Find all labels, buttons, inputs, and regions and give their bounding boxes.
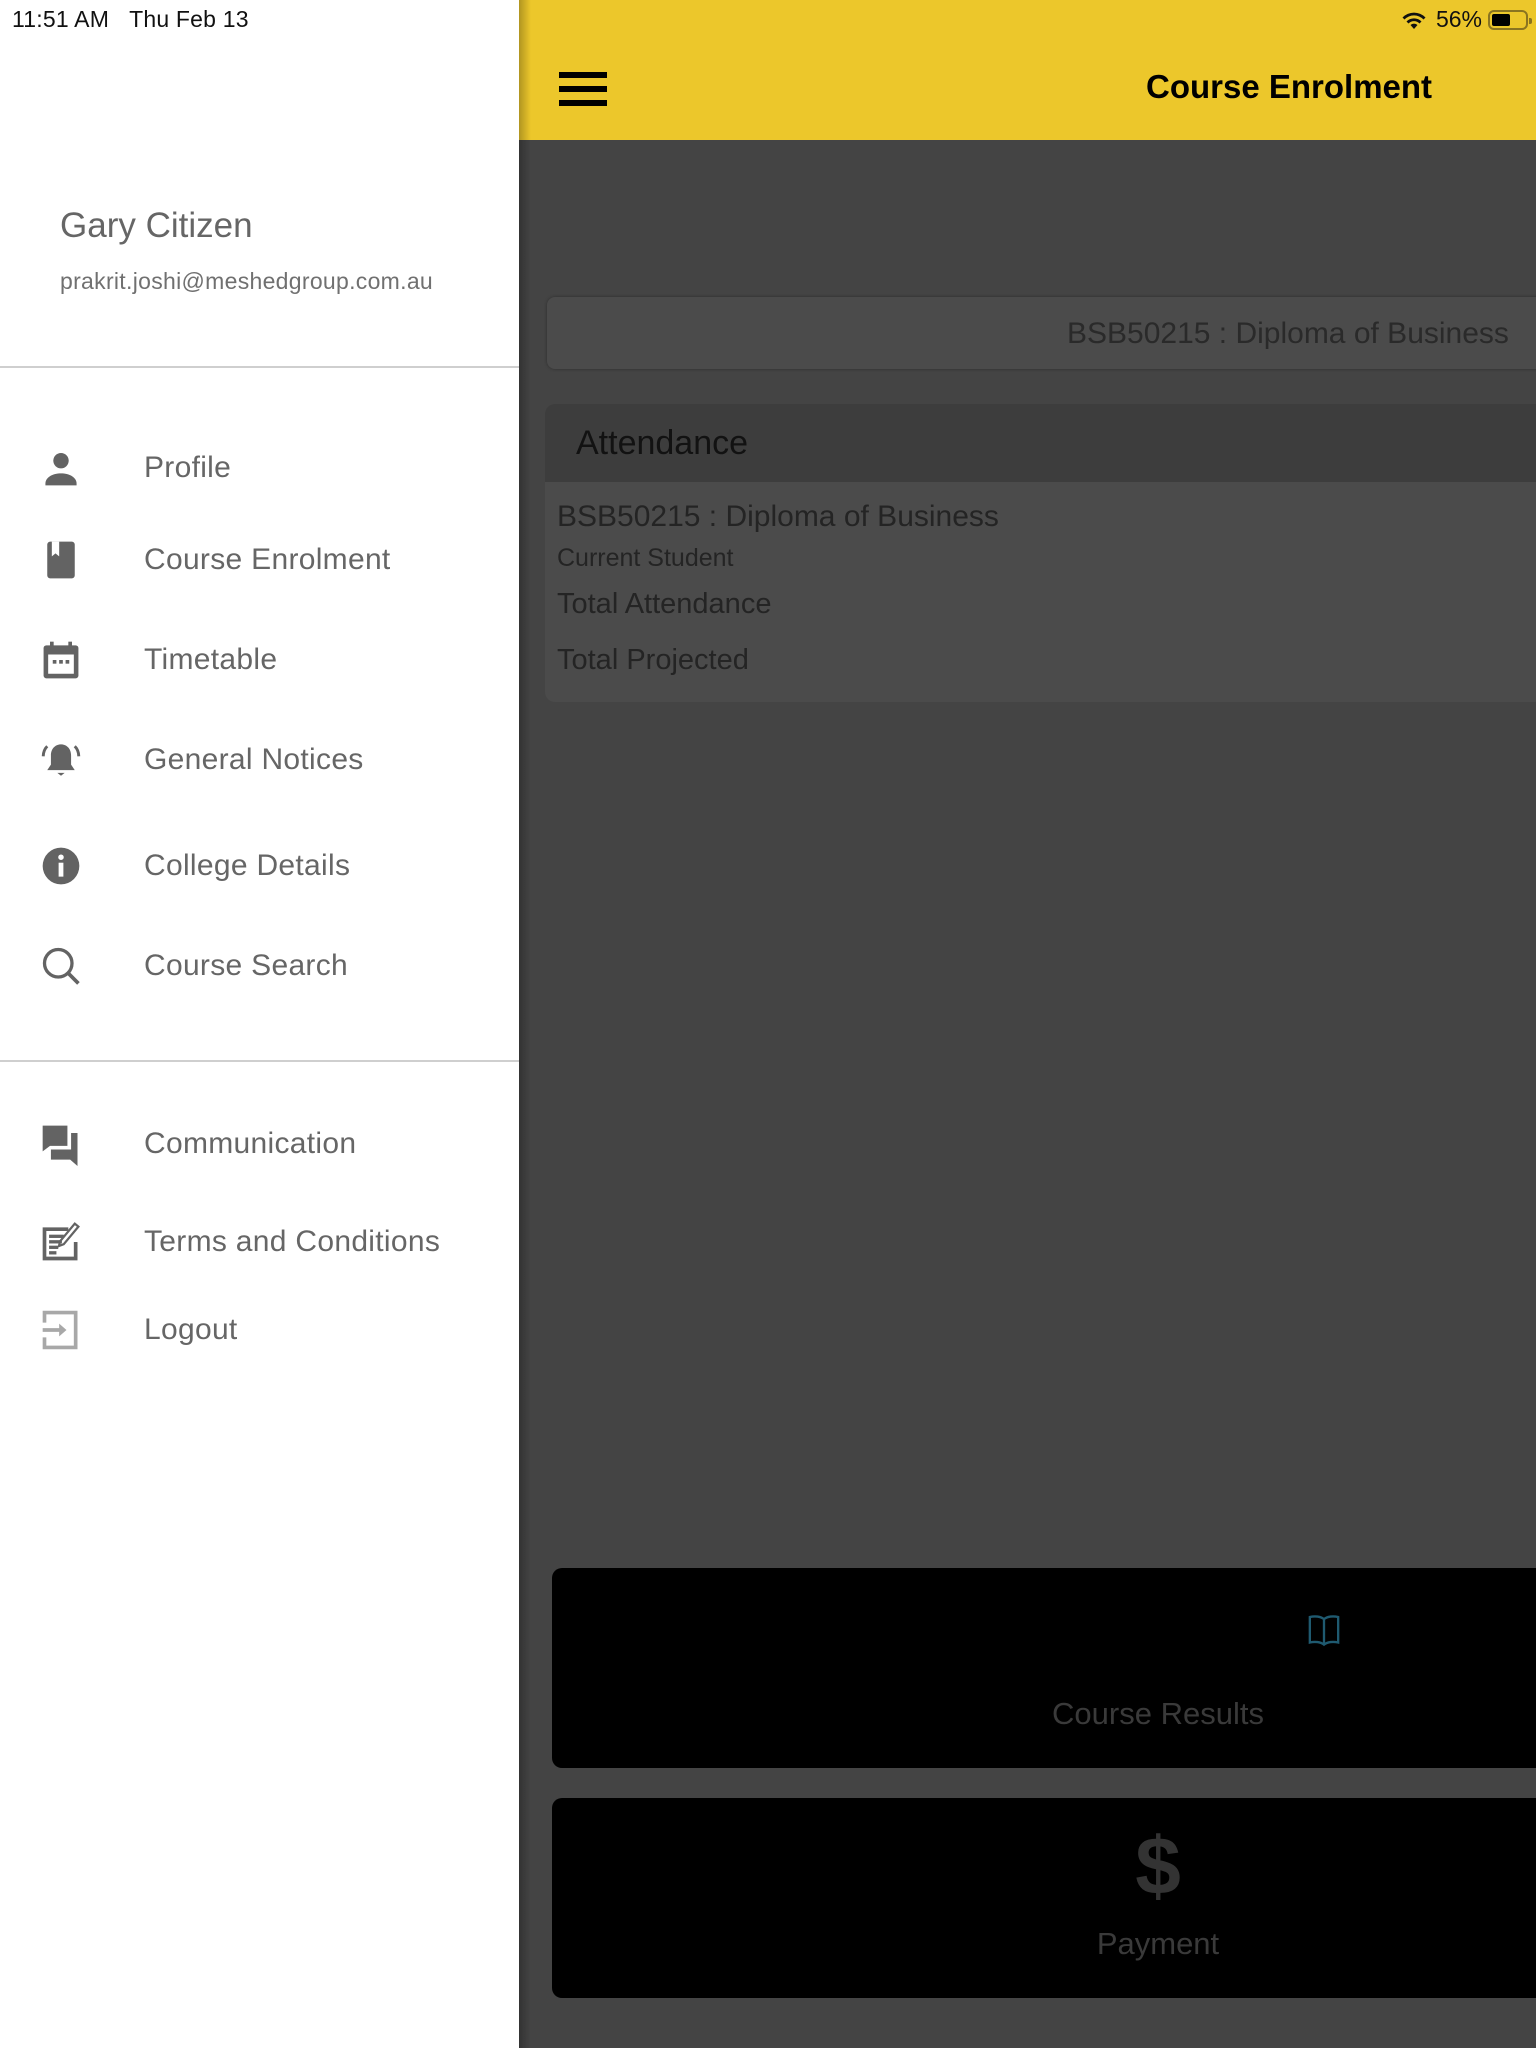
battery-level bbox=[1492, 13, 1510, 26]
user-email: prakrit.joshi@meshedgroup.com.au bbox=[60, 268, 434, 294]
chat-bubbles-icon bbox=[38, 1121, 84, 1167]
drawer-item-label: Timetable bbox=[144, 643, 278, 676]
drawer-item-label: College Details bbox=[144, 849, 351, 882]
hamburger-icon[interactable] bbox=[559, 72, 607, 106]
drawer-item-label: General Notices bbox=[144, 743, 364, 776]
document-edit-icon bbox=[38, 1219, 84, 1265]
status-date: Thu Feb 13 bbox=[129, 6, 249, 32]
battery-percent: 56% bbox=[1435, 6, 1482, 32]
attendance-card: Attendance BSB50215 : Diploma of Busines… bbox=[545, 404, 1536, 702]
course-selector[interactable]: BSB50215 : Diploma of Business bbox=[547, 297, 1536, 369]
total-attendance-label: Total Attendance bbox=[557, 588, 772, 620]
open-book-icon bbox=[1308, 1615, 1340, 1647]
drawer-item-terms-and-conditions[interactable]: Terms and Conditions bbox=[0, 1202, 519, 1282]
total-projected-label: Total Projected bbox=[557, 644, 749, 676]
book-bookmark-icon bbox=[38, 537, 84, 583]
drawer-item-label: Terms and Conditions bbox=[144, 1225, 441, 1258]
drawer-item-label: Course Enrolment bbox=[144, 543, 391, 576]
navigation-drawer: 11:51 AM Thu Feb 13 Gary Citizen prakrit.… bbox=[0, 0, 519, 2048]
status-time: 11:51 AM bbox=[12, 6, 110, 32]
payment-label: Payment bbox=[1096, 1926, 1220, 1961]
drawer-item-communication[interactable]: Communication bbox=[0, 1104, 519, 1184]
drawer-item-college-details[interactable]: College Details bbox=[0, 826, 519, 906]
app-bar: 56% Course Enrolment bbox=[519, 0, 1536, 140]
info-icon bbox=[38, 843, 84, 889]
drawer-divider bbox=[0, 1060, 519, 1062]
drawer-divider bbox=[0, 366, 519, 368]
drawer-item-general-notices[interactable]: General Notices bbox=[0, 720, 519, 800]
battery-tip bbox=[1529, 17, 1532, 24]
drawer-item-timetable[interactable]: Timetable bbox=[0, 620, 519, 700]
status-bar-right: 56% bbox=[1400, 6, 1532, 33]
search-icon bbox=[38, 943, 84, 989]
payment-button[interactable]: $ Payment bbox=[552, 1798, 1536, 1998]
user-name: Gary Citizen bbox=[60, 206, 253, 245]
dollar-icon: $ bbox=[1135, 1821, 1181, 1912]
drawer-item-label: Course Search bbox=[144, 949, 348, 982]
course-results-label: Course Results bbox=[1052, 1696, 1264, 1731]
drawer-item-profile[interactable]: Profile bbox=[0, 428, 519, 508]
attendance-course: BSB50215 : Diploma of Business bbox=[557, 500, 999, 533]
drawer-item-label: Logout bbox=[144, 1313, 238, 1346]
page-title: Course Enrolment bbox=[1146, 68, 1433, 105]
drawer-item-label: Communication bbox=[144, 1127, 357, 1160]
course-results-button[interactable]: Course Results bbox=[552, 1568, 1536, 1768]
bell-ringing-icon bbox=[38, 737, 84, 783]
drawer-item-course-search[interactable]: Course Search bbox=[0, 926, 519, 1006]
wifi-icon bbox=[1402, 12, 1426, 29]
attendance-header: Attendance bbox=[545, 404, 1536, 482]
person-icon bbox=[38, 445, 84, 491]
main-content: 56% Course Enrolment BSB50215 : Diploma … bbox=[519, 0, 1536, 2048]
drawer-item-logout[interactable]: Logout bbox=[0, 1290, 519, 1370]
battery-icon bbox=[1488, 9, 1532, 30]
status-bar-left: 11:51 AM Thu Feb 13 bbox=[12, 6, 249, 33]
attendance-student-status: Current Student bbox=[557, 544, 734, 572]
course-selector-value: BSB50215 : Diploma of Business bbox=[1067, 317, 1509, 350]
drawer-shadow bbox=[519, 0, 531, 2048]
drawer-item-course-enrolment[interactable]: Course Enrolment bbox=[0, 520, 519, 600]
calendar-icon bbox=[38, 637, 84, 683]
logout-icon bbox=[38, 1307, 84, 1353]
drawer-item-label: Profile bbox=[144, 451, 232, 484]
attendance-title: Attendance bbox=[576, 424, 749, 462]
